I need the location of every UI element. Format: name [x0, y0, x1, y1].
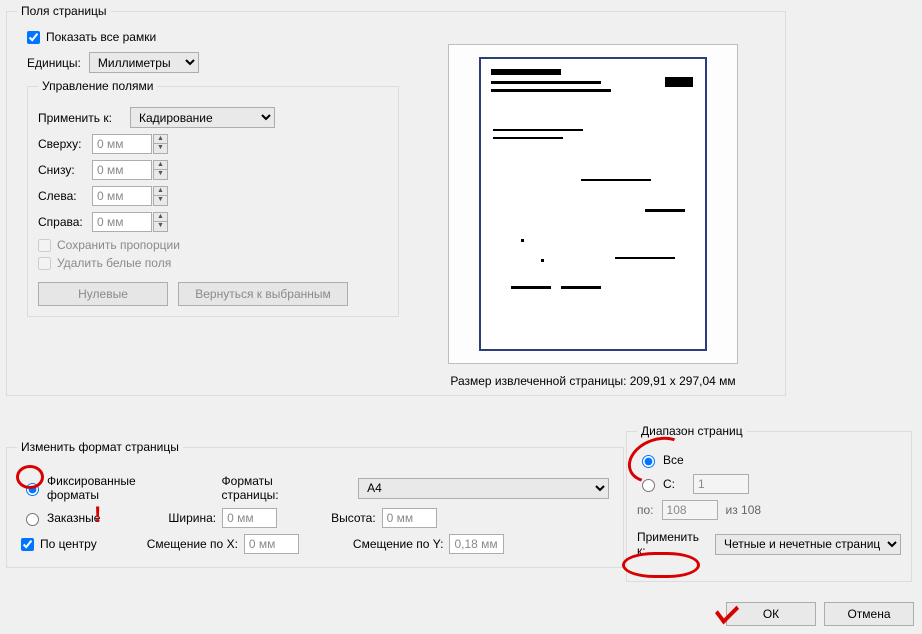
page-formats-label: Форматы страницы:: [222, 474, 329, 502]
custom-label: Заказные: [47, 511, 100, 525]
fixed-formats-label: Фиксированные форматы: [47, 474, 184, 502]
offset-x-input[interactable]: [244, 534, 299, 554]
range-all-label: Все: [663, 453, 684, 467]
right-margin-input[interactable]: [92, 212, 152, 232]
center-input[interactable]: [21, 538, 34, 551]
center-check[interactable]: По центру: [21, 537, 97, 551]
page-margins-group: Поля страницы Показать все рамки Единицы…: [6, 4, 786, 396]
resize-page-title: Изменить формат страницы: [17, 440, 183, 454]
bottom-margin-down[interactable]: ▼: [153, 170, 168, 180]
range-applyto-select[interactable]: Четные и нечетные страницы: [715, 534, 901, 555]
remove-white-label: Удалить белые поля: [57, 256, 171, 270]
apply-to-select[interactable]: Кадирование: [130, 107, 275, 128]
apply-to-label: Применить к:: [38, 111, 130, 125]
width-input: [222, 508, 277, 528]
show-all-frames-label: Показать все рамки: [46, 30, 156, 44]
offset-x-label: Смещение по X:: [147, 537, 238, 551]
fixed-formats-radio[interactable]: Фиксированные форматы: [21, 474, 184, 502]
bottom-margin-up[interactable]: ▲: [153, 160, 168, 170]
right-margin-down[interactable]: ▼: [153, 222, 168, 232]
offset-y-label: Смещение по Y:: [353, 537, 444, 551]
right-margin-up[interactable]: ▲: [153, 212, 168, 222]
left-margin-input[interactable]: [92, 186, 152, 206]
right-margin-label: Справа:: [38, 215, 92, 229]
top-margin-label: Сверху:: [38, 137, 92, 151]
manage-margins-title: Управление полями: [38, 79, 157, 93]
width-label: Ширина:: [168, 511, 216, 525]
page-preview: Размер извлеченной страницы: 209,91 x 29…: [413, 44, 773, 388]
range-to-value: [662, 500, 718, 520]
range-from-label: С:: [663, 477, 675, 491]
units-label: Единицы:: [27, 56, 81, 70]
zero-button[interactable]: Нулевые: [38, 282, 168, 306]
height-input: [382, 508, 437, 528]
left-margin-down[interactable]: ▼: [153, 196, 168, 206]
custom-radio[interactable]: Заказные: [21, 510, 100, 526]
left-margin-up[interactable]: ▲: [153, 186, 168, 196]
units-select[interactable]: Миллиметры: [89, 52, 199, 73]
custom-input[interactable]: [26, 513, 39, 526]
range-all-radio[interactable]: Все: [637, 452, 684, 468]
bottom-margin-input[interactable]: [92, 160, 152, 180]
offset-y-input[interactable]: [449, 534, 504, 554]
bottom-margin-label: Снизу:: [38, 163, 92, 177]
top-margin-up[interactable]: ▲: [153, 134, 168, 144]
range-from-value: [693, 474, 749, 494]
keep-proportions-check[interactable]: Сохранить пропорции: [38, 238, 180, 252]
left-margin-label: Слева:: [38, 189, 92, 203]
keep-proportions-label: Сохранить пропорции: [57, 238, 180, 252]
range-from-input[interactable]: [642, 479, 655, 492]
remove-white-input: [38, 257, 51, 270]
range-to-label: по:: [637, 503, 654, 517]
manage-margins-group: Управление полями Применить к: Кадирован…: [27, 79, 399, 317]
range-all-input[interactable]: [642, 455, 655, 468]
range-applyto-label: Применить к:: [637, 530, 709, 558]
fixed-formats-input[interactable]: [26, 483, 39, 496]
show-all-frames-input[interactable]: [27, 31, 40, 44]
height-label: Высота:: [331, 511, 376, 525]
preview-box: [448, 44, 738, 364]
ok-button[interactable]: ОК: [726, 602, 816, 626]
revert-button[interactable]: Вернуться к выбранным: [178, 282, 348, 306]
top-margin-input[interactable]: [92, 134, 152, 154]
show-all-frames-check[interactable]: Показать все рамки: [27, 30, 156, 44]
page-range-title: Диапазон страниц: [637, 424, 747, 438]
top-margin-down[interactable]: ▼: [153, 144, 168, 154]
page-range-group: Диапазон страниц Все С: по: из 108 Приме…: [626, 424, 912, 582]
remove-white-check[interactable]: Удалить белые поля: [38, 256, 171, 270]
cancel-button[interactable]: Отмена: [824, 602, 914, 626]
preview-page: [479, 57, 707, 351]
range-of-label: из 108: [726, 503, 762, 517]
center-label: По центру: [40, 537, 97, 551]
page-formats-select[interactable]: A4: [358, 478, 609, 499]
extracted-size-label: Размер извлеченной страницы: 209,91 x 29…: [413, 374, 773, 388]
keep-proportions-input: [38, 239, 51, 252]
range-from-radio[interactable]: С:: [637, 476, 675, 492]
resize-page-group: Изменить формат страницы Фиксированные ф…: [6, 440, 624, 568]
page-margins-title: Поля страницы: [17, 4, 111, 18]
